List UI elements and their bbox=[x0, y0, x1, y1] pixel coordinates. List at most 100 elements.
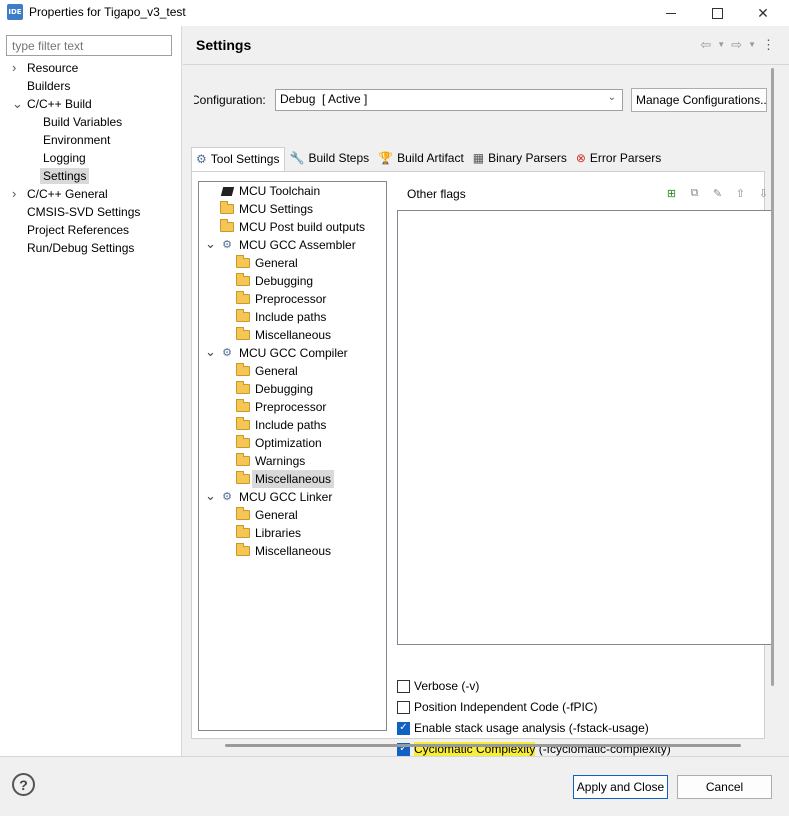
tool-tree-label: Preprocessor bbox=[255, 292, 327, 306]
tool-tree-label: Miscellaneous bbox=[255, 544, 332, 558]
option-checkbox-row[interactable]: ✓ Enable stack usage analysis (-fstack-us… bbox=[397, 719, 649, 737]
divider bbox=[0, 756, 789, 757]
configuration-label: Configuration: bbox=[191, 93, 266, 107]
option-checkbox-row[interactable]: Position Independent Code (-fPIC) bbox=[397, 698, 597, 716]
chevron-down-icon[interactable]: ▼ bbox=[717, 40, 725, 53]
nav-item-cmsis-svd-settings[interactable]: CMSIS-SVD Settings bbox=[27, 203, 140, 221]
tool-tree-item[interactable]: Miscellaneous bbox=[235, 542, 331, 560]
nav-item-c-c-build[interactable]: C/C++ Build bbox=[27, 95, 92, 113]
nav-item-builders[interactable]: Builders bbox=[27, 77, 70, 95]
tool-tree-item[interactable]: Preprocessor bbox=[235, 398, 326, 416]
tool-tree-label: MCU Settings bbox=[239, 202, 314, 216]
nav-item-build-variables[interactable]: Build Variables bbox=[43, 113, 122, 131]
configuration-value: Debug [ Active ] bbox=[280, 92, 368, 106]
tool-tree-item[interactable]: Include paths bbox=[235, 308, 326, 326]
cancel-button[interactable]: Cancel bbox=[677, 775, 772, 799]
folder-icon bbox=[235, 453, 251, 468]
nav-item-resource[interactable]: Resource bbox=[27, 59, 78, 77]
option-checkbox-row[interactable]: Verbose (-v) bbox=[397, 677, 479, 695]
folder-icon bbox=[235, 273, 251, 288]
tab-build-steps[interactable]: 🔧 Build Steps bbox=[285, 147, 374, 171]
chevron-down-icon[interactable]: ▼ bbox=[748, 40, 756, 53]
tool-tree-label: Miscellaneous bbox=[252, 470, 335, 488]
back-arrow-icon[interactable]: ⇦ bbox=[700, 37, 711, 53]
tool-tree-item[interactable]: MCU Toolchain bbox=[219, 182, 320, 200]
move-up-icon[interactable]: ⇧ bbox=[732, 185, 749, 202]
manage-configurations-button[interactable]: Manage Configurations... bbox=[631, 88, 767, 112]
edit-icon[interactable]: ✎ bbox=[709, 185, 726, 202]
chevron-down-icon[interactable]: ⌄ bbox=[205, 487, 216, 505]
chevron-down-icon[interactable]: ⌄ bbox=[205, 235, 216, 253]
horizontal-scrollbar[interactable] bbox=[225, 744, 741, 747]
tab-tool-settings[interactable]: ⚙ Tool Settings bbox=[191, 147, 286, 172]
nav-item-settings[interactable]: Settings bbox=[40, 167, 90, 185]
nav-item-run-debug-settings[interactable]: Run/Debug Settings bbox=[27, 239, 134, 257]
tool-tree-item[interactable]: MCU Post build outputs bbox=[219, 218, 365, 236]
folder-icon bbox=[235, 507, 251, 522]
nav-item-environment[interactable]: Environment bbox=[43, 131, 110, 149]
flags-panel: Other flags ⊞ ⧉ ✎ ⇧ ⇩ bbox=[397, 181, 772, 731]
chevron-down-icon[interactable]: ⌄ bbox=[12, 95, 23, 113]
tool-tree-label: General bbox=[255, 364, 298, 378]
checkbox-unchecked[interactable] bbox=[397, 700, 410, 714]
move-down-icon[interactable]: ⇩ bbox=[755, 185, 772, 202]
copy-icon[interactable]: ⧉ bbox=[686, 185, 703, 202]
tool-tree-item[interactable]: General bbox=[235, 254, 298, 272]
nav-item-label: Logging bbox=[43, 151, 86, 165]
tab-error-parsers[interactable]: ⊗ Error Parsers bbox=[572, 147, 666, 171]
tool-tree-item[interactable]: MCU Settings bbox=[219, 200, 313, 218]
folder-icon bbox=[235, 399, 251, 414]
error-icon: ⊗ bbox=[575, 151, 586, 165]
tool-tree-item[interactable]: General bbox=[235, 362, 298, 380]
minimize-button[interactable] bbox=[648, 0, 694, 26]
tool-tree-item[interactable]: Warnings bbox=[235, 452, 305, 470]
close-button[interactable]: ✕ bbox=[740, 0, 786, 26]
chevron-right-icon[interactable]: › bbox=[12, 185, 22, 203]
nav-item-c-c-general[interactable]: C/C++ General bbox=[27, 185, 108, 203]
tool-tree-label: Warnings bbox=[255, 454, 306, 468]
tool-tree-item[interactable]: ⚙ MCU GCC Linker bbox=[219, 488, 332, 506]
tab-build-artifact[interactable]: 🏆 Build Artifact bbox=[374, 147, 469, 171]
tool-tree-item[interactable]: Optimization bbox=[235, 434, 322, 452]
chevron-right-icon[interactable]: › bbox=[12, 59, 22, 77]
settings-page: Settings ⇦ ▼ ⇨ ▼ ⋮ Configuration: Debug … bbox=[183, 26, 789, 756]
nav-item-logging[interactable]: Logging bbox=[43, 149, 86, 167]
add-icon[interactable]: ⊞ bbox=[663, 185, 680, 202]
tab-label: Build Artifact bbox=[397, 151, 464, 165]
tab-label: Tool Settings bbox=[210, 152, 280, 166]
tool-tree-item[interactable]: ⚙ MCU GCC Assembler bbox=[219, 236, 356, 254]
chevron-down-icon[interactable]: ⌄ bbox=[205, 343, 216, 361]
tool-tree-item[interactable]: Miscellaneous bbox=[235, 470, 335, 488]
help-button[interactable]: ? bbox=[12, 773, 35, 796]
title-bar: IDE Properties for Tigapo_v3_test ✕ bbox=[0, 0, 789, 26]
other-flags-list[interactable] bbox=[397, 210, 772, 645]
tool-tree-item[interactable]: ⚙ MCU GCC Compiler bbox=[219, 344, 348, 362]
folder-icon bbox=[219, 219, 235, 234]
nav-item-label: Builders bbox=[27, 79, 71, 93]
vertical-scrollbar[interactable] bbox=[771, 68, 774, 686]
tab-binary-parsers[interactable]: ▦ Binary Parsers bbox=[469, 147, 572, 171]
folder-icon bbox=[235, 291, 251, 306]
tool-tree-item[interactable]: Debugging bbox=[235, 380, 313, 398]
nav-item-label: C/C++ Build bbox=[27, 97, 92, 111]
forward-arrow-icon[interactable]: ⇨ bbox=[731, 37, 742, 53]
nav-item-label: Project References bbox=[27, 223, 130, 237]
tab-label: Error Parsers bbox=[589, 151, 662, 165]
tool-tree-item[interactable]: Debugging bbox=[235, 272, 313, 290]
maximize-button[interactable] bbox=[694, 0, 740, 26]
apply-and-close-button[interactable]: Apply and Close bbox=[573, 775, 668, 799]
nav-item-project-references[interactable]: Project References bbox=[27, 221, 129, 239]
tool-tree-item[interactable]: General bbox=[235, 506, 298, 524]
folder-icon bbox=[235, 525, 251, 540]
configuration-select[interactable]: Debug [ Active ] ⌄ bbox=[275, 89, 623, 111]
tool-tree-item[interactable]: Include paths bbox=[235, 416, 326, 434]
tool-tree-item[interactable]: Miscellaneous bbox=[235, 326, 331, 344]
tool-tree-item[interactable]: Preprocessor bbox=[235, 290, 326, 308]
checkbox-checked[interactable]: ✓ bbox=[397, 721, 410, 735]
tab-label: Build Steps bbox=[308, 151, 370, 165]
filter-input[interactable] bbox=[6, 35, 172, 56]
folder-icon bbox=[219, 201, 235, 216]
tool-tree-item[interactable]: Libraries bbox=[235, 524, 301, 542]
more-menu-icon[interactable]: ⋮ bbox=[762, 37, 775, 53]
checkbox-unchecked[interactable] bbox=[397, 679, 410, 693]
